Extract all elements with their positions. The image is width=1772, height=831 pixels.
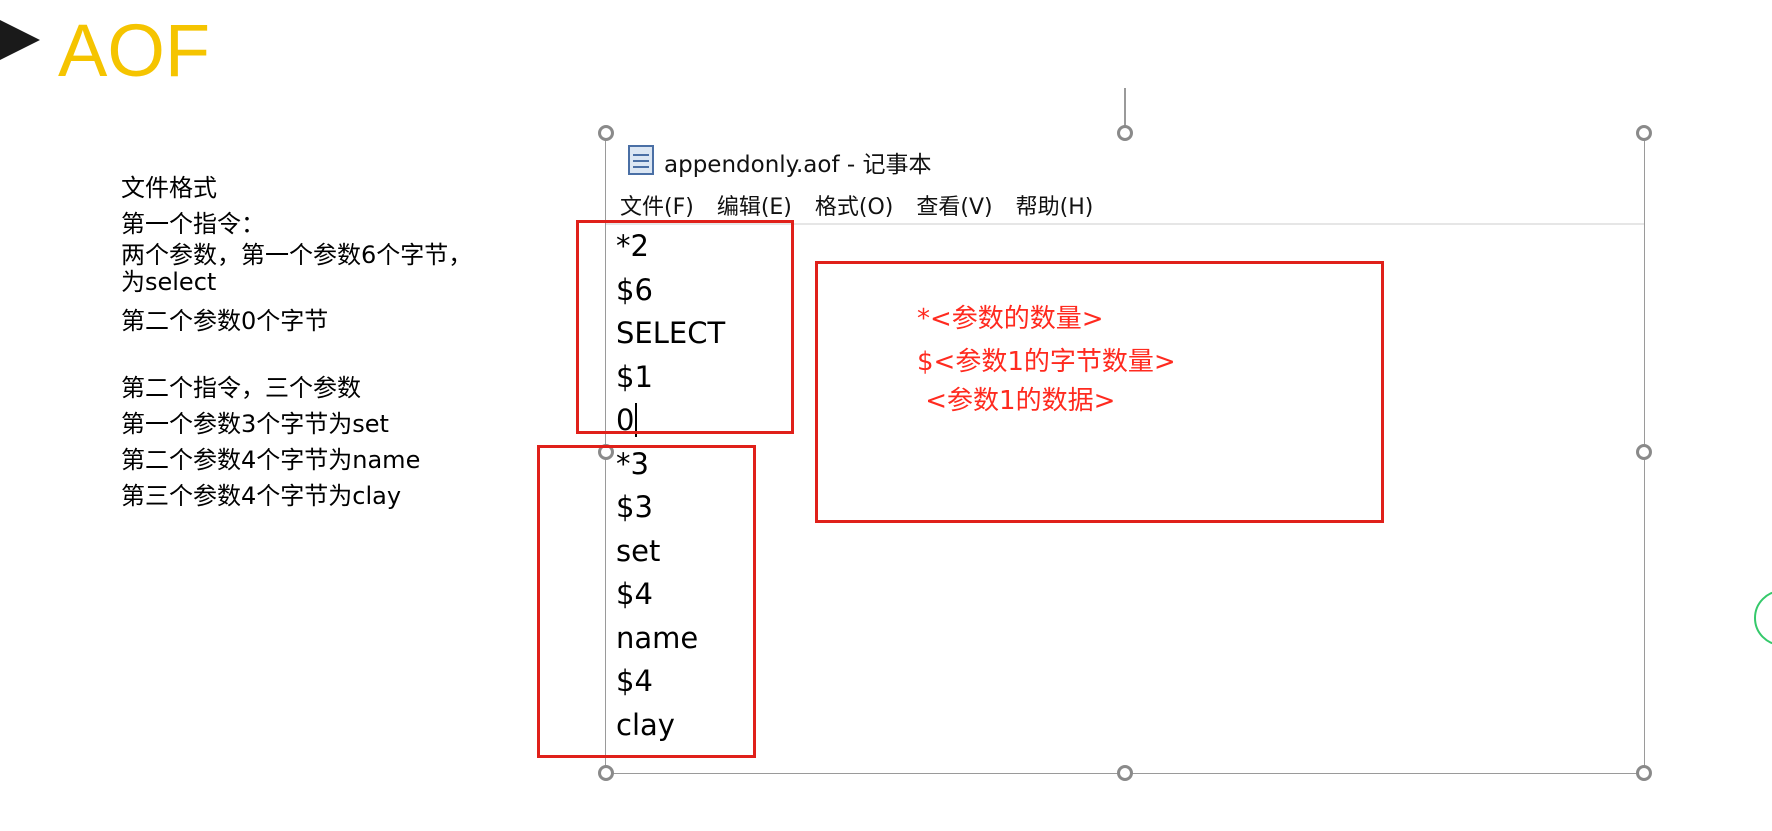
resize-handle-bottom-left[interactable] [598, 765, 614, 781]
menu-format[interactable]: 格式(O) [815, 189, 893, 221]
menu-edit[interactable]: 编辑(E) [717, 189, 792, 221]
bullet-arrow-icon [0, 20, 40, 60]
notes-line: 文件格式 [121, 174, 217, 202]
annotation-line: *<参数的数量> [917, 304, 1104, 334]
notes-line: 第二个参数0个字节 [121, 307, 329, 335]
notes-line: 第一个参数3个字节为set [121, 410, 389, 438]
rotate-handle[interactable] [1117, 125, 1133, 141]
notes-line: 第二个参数4个字节为name [121, 446, 421, 474]
notes-text: 文件格式 第一个指令： 两个参数，第一个参数6个字节， 为select 第二个参… [121, 170, 521, 514]
resize-handle-middle-right[interactable] [1636, 444, 1652, 460]
green-circle-icon[interactable] [1754, 590, 1772, 646]
notes-line: 第三个参数4个字节为clay [121, 482, 402, 510]
menu-file[interactable]: 文件(F) [620, 189, 694, 221]
highlight-box-first-command [576, 220, 794, 434]
annotation-line: <参数1的数据> [917, 386, 1116, 416]
notepad-menubar: 文件(F) 编辑(E) 格式(O) 查看(V) 帮助(H) [620, 189, 1093, 221]
notepad-icon [628, 145, 654, 175]
resize-handle-bottom-center[interactable] [1117, 765, 1133, 781]
resize-handle-top-right[interactable] [1636, 125, 1652, 141]
menu-view[interactable]: 查看(V) [916, 189, 992, 221]
notepad-titlebar: appendonly.aof - 记事本 [606, 139, 1644, 179]
resize-handle-bottom-right[interactable] [1636, 765, 1652, 781]
annotation-line: $<参数1的字节数量> [917, 347, 1176, 377]
notes-gap [121, 339, 521, 370]
notes-line: 为select [121, 268, 217, 296]
menu-help[interactable]: 帮助(H) [1016, 189, 1094, 221]
highlight-box-second-command [537, 445, 756, 758]
notes-line: 两个参数，第一个参数6个字节， [121, 241, 473, 269]
notes-line: 第一个指令： [121, 210, 265, 238]
notes-line: 第二个指令，三个参数 [121, 374, 361, 402]
notepad-title: appendonly.aof - 记事本 [664, 152, 932, 178]
resize-handle-top-left[interactable] [598, 125, 614, 141]
slide-title: AOF [58, 9, 211, 92]
